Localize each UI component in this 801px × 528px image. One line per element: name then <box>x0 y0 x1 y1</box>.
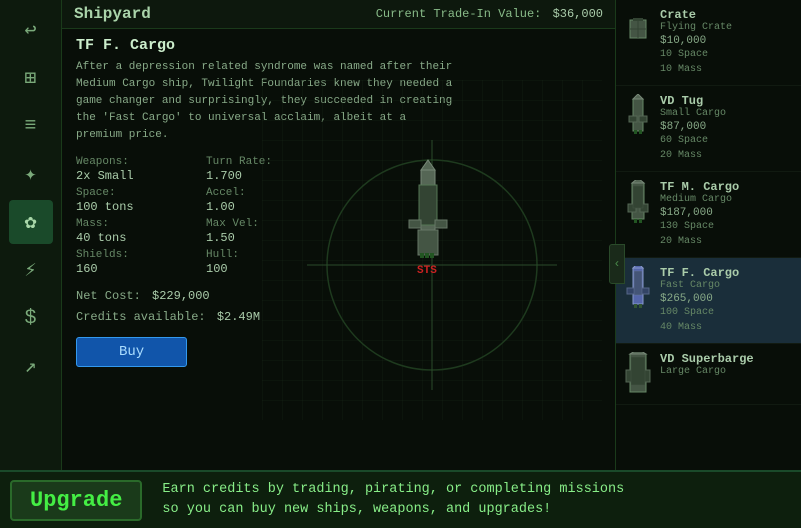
bottom-tip: Earn credits by trading, pirating, or co… <box>162 480 624 521</box>
collapse-panel-button[interactable]: ‹ <box>609 244 625 284</box>
main-panel: Shipyard Current Trade-In Value: $36,000… <box>62 0 615 470</box>
ship-item-stats: 60 Space 20 Mass <box>660 133 726 163</box>
ship-thumbnail <box>624 8 652 52</box>
ship-item-info: VD TugSmall Cargo $87,00060 Space 20 Mass <box>660 94 726 163</box>
ship-thumbnail <box>624 266 652 310</box>
ship-item-info: TF M. CargoMedium Cargo $187,000130 Space… <box>660 180 739 249</box>
upgrade-button[interactable]: Upgrade <box>10 480 142 521</box>
ship-item-type: Medium Cargo <box>660 194 739 205</box>
ship-list-panel: CrateFlying Crate $10,00010 Space 10 Mass… <box>615 0 801 470</box>
ship-item-name: Crate <box>660 8 732 22</box>
stat-space: Space: 100 tons <box>76 185 206 216</box>
ship-item-price: $87,000 <box>660 121 726 133</box>
ship-item-name: VD Tug <box>660 94 726 108</box>
buy-button[interactable]: Buy <box>76 337 187 367</box>
ship-item-type: Fast Cargo <box>660 280 739 291</box>
back-icon[interactable]: ↩ <box>9 8 53 52</box>
stat-mass: Mass: 40 tons <box>76 216 206 247</box>
ship-list-item[interactable]: TF M. CargoMedium Cargo $187,000130 Space… <box>616 172 801 258</box>
ship-item-stats: 100 Space 40 Mass <box>660 305 739 335</box>
ship-item-price: $10,000 <box>660 35 732 47</box>
ship-item-type: Large Cargo <box>660 366 754 377</box>
cargo-icon[interactable]: ≡ <box>9 104 53 148</box>
ship-item-info: VD SuperbargeLarge Cargo <box>660 352 754 379</box>
stats-icon[interactable]: ↗ <box>9 344 53 388</box>
ship-item-price: $187,000 <box>660 207 739 219</box>
ship-item-info: TF F. CargoFast Cargo $265,000100 Space 4… <box>660 266 739 335</box>
ship-item-type: Flying Crate <box>660 22 732 33</box>
ship-item-stats: 10 Space 10 Mass <box>660 47 732 77</box>
ship-item-price: $265,000 <box>660 293 739 305</box>
helm-icon[interactable]: ✿ <box>9 200 53 244</box>
tip-line2: so you can buy new ships, weapons, and u… <box>162 500 624 520</box>
ship-thumbnail <box>624 352 652 396</box>
sts-label: STS <box>417 265 437 277</box>
sidebar: ↩⊞≡✦✿⚡$↗ <box>0 0 62 528</box>
map-icon[interactable]: ⊞ <box>9 56 53 100</box>
ship-name: TF F. Cargo <box>76 37 601 54</box>
ship-diagram-svg <box>262 80 602 420</box>
ship-item-type: Small Cargo <box>660 108 726 119</box>
ship-thumbnail <box>624 94 652 138</box>
trade-in-value: Current Trade-In Value: $36,000 <box>376 7 603 21</box>
ship-list-item[interactable]: CrateFlying Crate $10,00010 Space 10 Mass <box>616 0 801 86</box>
page-title: Shipyard <box>74 5 151 23</box>
stat-shields: Shields: 160 <box>76 247 206 278</box>
ship-item-stats: 130 Space 20 Mass <box>660 219 739 249</box>
ship-list-item[interactable]: VD TugSmall Cargo $87,00060 Space 20 Mass <box>616 86 801 172</box>
tip-line1: Earn credits by trading, pirating, or co… <box>162 480 624 500</box>
ship-item-name: VD Superbarge <box>660 352 754 366</box>
ship-thumbnail <box>624 180 652 224</box>
header: Shipyard Current Trade-In Value: $36,000 <box>62 0 615 29</box>
ship-item-info: CrateFlying Crate $10,00010 Space 10 Mass <box>660 8 732 77</box>
ship-item-name: TF M. Cargo <box>660 180 739 194</box>
ship-list-item[interactable]: VD SuperbargeLarge Cargo <box>616 344 801 405</box>
money-icon[interactable]: $ <box>9 296 53 340</box>
ship-item-name: TF F. Cargo <box>660 266 739 280</box>
stat-weapons: Weapons: 2x Small <box>76 154 206 185</box>
tools-icon[interactable]: ✦ <box>9 152 53 196</box>
ship-diagram: STS <box>262 80 602 420</box>
bottom-bar: Upgrade Earn credits by trading, piratin… <box>0 470 801 528</box>
trade-icon[interactable]: ⚡ <box>9 248 53 292</box>
ship-list-item[interactable]: TF F. CargoFast Cargo $265,000100 Space 4… <box>616 258 801 344</box>
